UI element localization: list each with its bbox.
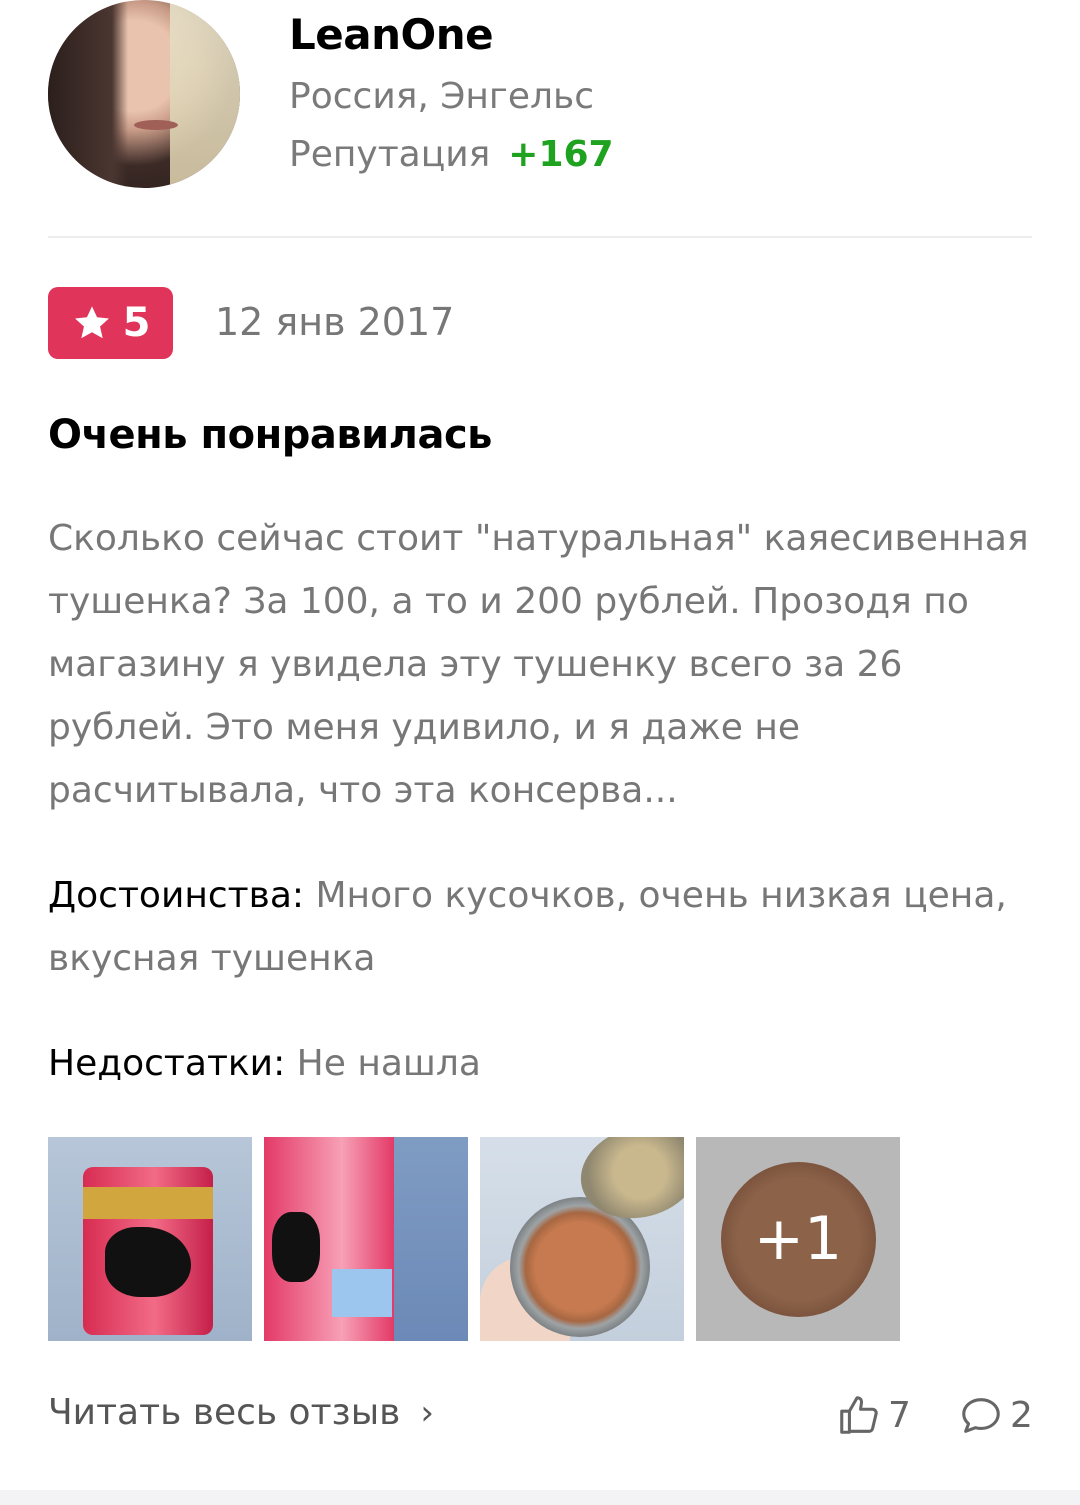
user-location: Россия, Энгельс [289, 76, 595, 117]
rating-value: 5 [122, 300, 151, 346]
divider [48, 236, 1032, 238]
comment-bubble-icon [962, 1398, 1000, 1433]
photo-thumbnail[interactable] [480, 1137, 684, 1341]
review-cons: Недостатки: Не нашла [48, 1032, 1038, 1095]
more-photos-count: +1 [696, 1137, 900, 1341]
review-text[interactable]: Сколько сейчас стоит "натуральная" каяес… [48, 507, 1038, 822]
card-separator [0, 1490, 1080, 1505]
thumbs-up-icon [840, 1396, 878, 1434]
rating-badge: 5 [48, 287, 173, 359]
comments-count: 2 [1010, 1394, 1033, 1436]
like-button[interactable]: 7 [836, 1392, 911, 1438]
review-date: 12 янв 2017 [215, 300, 455, 344]
photo-thumbnail[interactable] [48, 1137, 252, 1341]
chevron-right-icon: › [420, 1392, 434, 1433]
user-reputation: Репутация +167 [289, 134, 614, 175]
pros-label: Достоинства: [48, 875, 305, 916]
review-title[interactable]: Очень понравилась [48, 412, 492, 458]
avatar[interactable] [48, 0, 240, 188]
read-full-review-link[interactable]: Читать весь отзыв › [48, 1392, 434, 1433]
review-pros: Достоинства: Много кусочков, очень низка… [48, 864, 1038, 990]
cons-label: Недостатки: [48, 1043, 286, 1084]
likes-count: 7 [888, 1394, 911, 1436]
reputation-label: Репутация [289, 134, 491, 175]
read-more-label: Читать весь отзыв [48, 1392, 401, 1433]
username[interactable]: LeanOne [289, 10, 494, 59]
reputation-value: +167 [508, 134, 614, 175]
comments-button[interactable]: 2 [958, 1392, 1033, 1438]
cons-text: Не нашла [296, 1043, 481, 1084]
photo-thumbnail-more[interactable]: +1 [696, 1137, 900, 1341]
review-card: LeanOne Россия, Энгельс Репутация +167 5 … [0, 0, 1080, 1490]
star-icon [74, 306, 109, 339]
photo-thumbnail[interactable] [264, 1137, 468, 1341]
